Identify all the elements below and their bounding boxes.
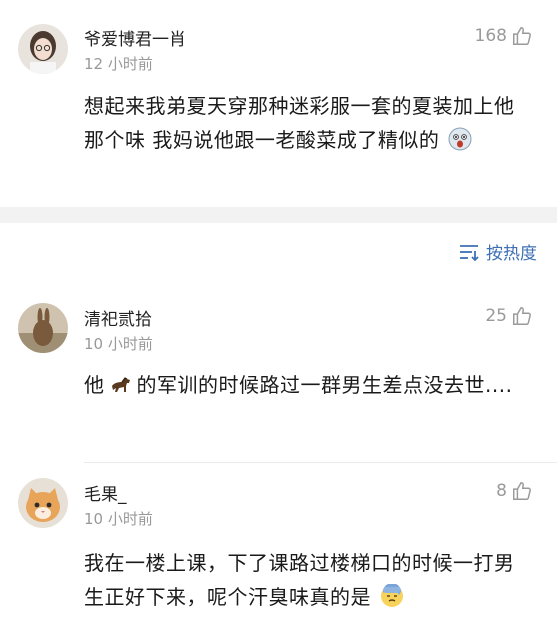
sort-toggle[interactable]: 按热度 — [458, 239, 537, 264]
horse-emoji — [111, 377, 130, 392]
like-button[interactable]: 168 — [475, 25, 533, 47]
username[interactable]: 爷爱博君一肖 — [84, 25, 186, 50]
comment-text: 想起来我弟夏天穿那种迷彩服一套的夏装加上他那个味 我妈说他跟一老酸菜成了精似的 — [84, 89, 534, 157]
thumbs-up-icon — [513, 307, 531, 325]
like-count: 25 — [485, 306, 507, 326]
timestamp: 12 小时前 — [84, 55, 153, 73]
like-count: 8 — [496, 481, 507, 501]
cold-sweat-emoji — [380, 584, 403, 607]
username[interactable]: 清祀贰拾 — [84, 305, 152, 330]
timestamp: 10 小时前 — [84, 510, 153, 528]
username[interactable]: 毛果_ — [84, 480, 127, 505]
comment-body: 我在一楼上课，下了课路过楼梯口的时候一打男生正好下来，呢个汗臭味真的是 — [84, 551, 515, 609]
row-separator — [84, 462, 557, 463]
avatar[interactable] — [18, 478, 68, 528]
comment-body-end: 的军训的时候路过一群男生差点没去世.... — [136, 373, 513, 397]
shocked-face-emoji — [448, 127, 472, 151]
timestamp: 10 小时前 — [84, 335, 153, 353]
sort-label: 按热度 — [486, 244, 537, 264]
like-button[interactable]: 25 — [485, 305, 533, 327]
avatar[interactable] — [18, 24, 68, 74]
section-divider — [0, 207, 557, 223]
like-button[interactable]: 8 — [496, 480, 533, 502]
sort-icon — [460, 244, 479, 261]
avatar[interactable] — [18, 303, 68, 353]
thumbs-up-icon — [513, 482, 531, 500]
like-count: 168 — [474, 26, 507, 46]
comment-text: 他 的军训的时候路过一群男生差点没去世.... — [84, 368, 534, 402]
comment-body-start: 他 — [84, 373, 105, 397]
comment-text: 我在一楼上课，下了课路过楼梯口的时候一打男生正好下来，呢个汗臭味真的是 — [84, 546, 534, 614]
thumbs-up-icon — [513, 27, 531, 45]
